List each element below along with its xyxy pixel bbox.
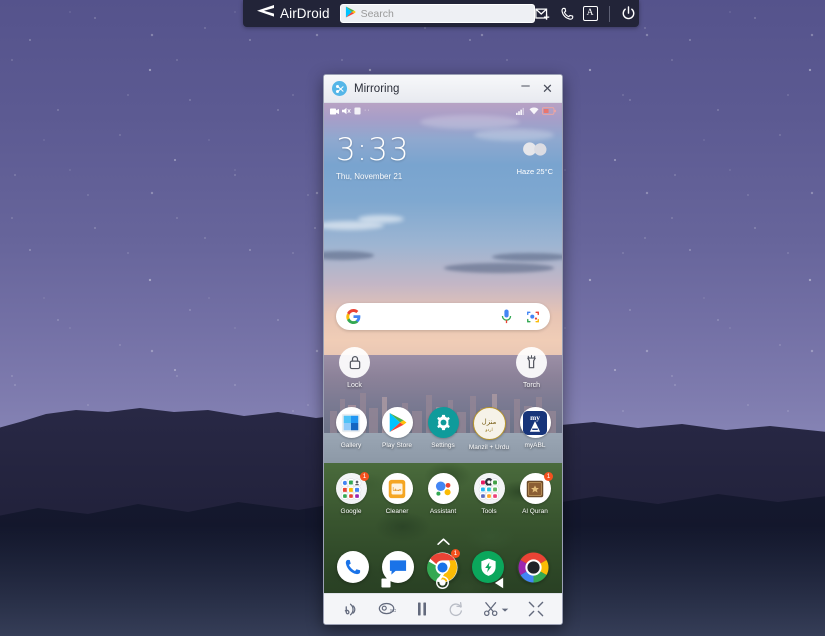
window-titlebar[interactable]: Mirroring – ✕ — [324, 75, 562, 103]
audio-button[interactable] — [342, 601, 359, 618]
toolbar-divider — [608, 5, 610, 22]
battery-low-icon — [542, 103, 556, 120]
app-assistant[interactable]: Assistant — [422, 473, 464, 516]
google-lens-icon[interactable] — [526, 310, 540, 324]
app-tools-label: Tools — [481, 508, 497, 515]
mirroring-window: Mirroring – ✕ ·· 3:33 Thu, November 21 H… — [323, 74, 563, 625]
app-tools-folder[interactable]: Tools — [468, 473, 510, 516]
airdroid-action-icons: A — [534, 5, 647, 22]
window-title: Mirroring — [354, 82, 400, 95]
app-grid-row-2: 1 Google صفا Cleaner Assistant Tools 1 A… — [324, 472, 562, 516]
app-manzil-urdu[interactable]: منزل اردو Manzil + Urdu — [468, 407, 510, 452]
clock-date: Thu, November 21 — [336, 172, 403, 181]
app-play-store[interactable]: Play Store — [376, 407, 418, 452]
rotate-button[interactable] — [448, 601, 464, 617]
tools-folder-icon — [473, 473, 505, 504]
apps-a-icon[interactable]: A — [582, 6, 598, 21]
manzil-urdu-icon: منزل اردو — [472, 407, 506, 440]
svg-text:اردو: اردو — [484, 427, 492, 432]
search-box[interactable] — [339, 4, 535, 23]
home-button[interactable] — [436, 576, 449, 589]
shortcut-torch[interactable]: Torch — [516, 347, 547, 389]
search-input[interactable] — [360, 7, 521, 20]
app-myabl-label: myABL — [524, 442, 546, 449]
microphone-icon[interactable] — [501, 309, 512, 324]
desktop-background: AirDroid Search A Mirroring – ✕ ·· 3:33 … — [0, 0, 825, 636]
app-al-quran-label: Al Quran — [522, 508, 548, 515]
message-icon[interactable] — [534, 7, 551, 21]
record-cut-button[interactable] — [483, 600, 509, 618]
app-google-label: Google — [340, 508, 362, 515]
quick-shortcuts-row: Lock Torch — [324, 347, 562, 389]
svg-text:my: my — [530, 413, 540, 422]
app-myabl[interactable]: my myABL — [514, 407, 556, 452]
app-gallery[interactable]: Gallery — [330, 407, 372, 452]
app-gallery-label: Gallery — [340, 442, 362, 449]
wifi-icon — [529, 103, 539, 120]
play-store-icon — [345, 5, 356, 23]
app-drawer-handle[interactable] — [324, 533, 562, 551]
phone-mirror-screen[interactable]: ·· 3:33 Thu, November 21 Haze 25°C Lock … — [324, 103, 562, 593]
mirroring-icon — [332, 81, 347, 96]
google-assistant-icon — [427, 473, 459, 504]
screenshot-button[interactable]: SD — [378, 601, 396, 618]
app-assistant-label: Assistant — [429, 508, 457, 515]
back-button[interactable] — [494, 577, 505, 589]
screen-record-icon — [330, 103, 339, 120]
badge-al-quran: 1 — [544, 472, 553, 481]
recents-button[interactable] — [381, 577, 391, 588]
weather-text: Haze 25°C — [516, 167, 553, 176]
google-search-bar[interactable] — [336, 303, 550, 330]
cleaner-icon: صفا — [381, 473, 413, 504]
svg-text:SD: SD — [390, 607, 396, 613]
google-g-icon — [346, 309, 361, 324]
app-play-store-label: Play Store — [382, 442, 412, 449]
app-al-quran[interactable]: 1 Al Quran — [514, 472, 556, 516]
play-store-icon — [381, 407, 413, 438]
mirror-control-toolbar: SD — [324, 593, 562, 624]
app-cleaner[interactable]: صفا Cleaner — [376, 473, 418, 516]
app-cleaner-label: Cleaner — [385, 508, 409, 515]
airdroid-logo[interactable]: AirDroid — [243, 4, 330, 23]
app-google-folder[interactable]: 1 Google — [330, 472, 372, 516]
shortcut-lock[interactable]: Lock — [339, 347, 370, 389]
myabl-icon: my — [519, 407, 551, 438]
fullscreen-button[interactable] — [528, 601, 544, 617]
pause-button[interactable] — [415, 601, 429, 617]
svg-text:صفا: صفا — [392, 486, 401, 492]
android-nav-bar — [324, 576, 562, 589]
phone-status-bar: ·· — [324, 103, 562, 118]
torch-icon — [516, 347, 547, 378]
gallery-icon — [335, 407, 367, 438]
phone-icon[interactable] — [560, 7, 574, 21]
signal-bars-icon — [516, 103, 526, 120]
app-manzil-urdu-label: Manzil + Urdu — [468, 444, 510, 451]
settings-gear-icon — [427, 407, 459, 438]
shortcut-torch-label: Torch — [522, 382, 541, 389]
app-notif-icon — [354, 103, 361, 120]
power-icon[interactable] — [621, 6, 636, 21]
chevron-up-icon — [436, 533, 451, 551]
airdroid-brand-label: AirDroid — [280, 6, 330, 21]
window-controls: – ✕ — [519, 78, 556, 96]
volume-mute-icon — [342, 103, 351, 120]
notification-overflow-dots: ·· — [364, 107, 371, 114]
clock-time: 3:33 — [336, 132, 410, 168]
app-settings[interactable]: Settings — [422, 407, 464, 452]
badge-chrome: 1 — [450, 549, 460, 558]
app-grid-row-1: Gallery Play Store Settings منزل اردو Ma… — [324, 407, 562, 452]
svg-text:منزل: منزل — [482, 418, 497, 426]
weather-widget[interactable]: Haze 25°C — [517, 141, 553, 176]
airdroid-toolbar: AirDroid Search A — [243, 0, 639, 27]
shortcut-lock-label: Lock — [347, 382, 362, 389]
airdroid-arrow-logo-icon — [253, 4, 275, 23]
close-button[interactable]: ✕ — [541, 82, 554, 95]
minimize-button[interactable]: – — [519, 78, 532, 93]
app-settings-label: Settings — [431, 442, 455, 449]
haze-cloud-icon — [520, 142, 550, 161]
clock-widget[interactable]: 3:33 Thu, November 21 — [336, 132, 410, 182]
chevron-down-icon — [501, 600, 509, 618]
lock-icon — [339, 347, 370, 378]
badge-google: 1 — [360, 472, 369, 481]
